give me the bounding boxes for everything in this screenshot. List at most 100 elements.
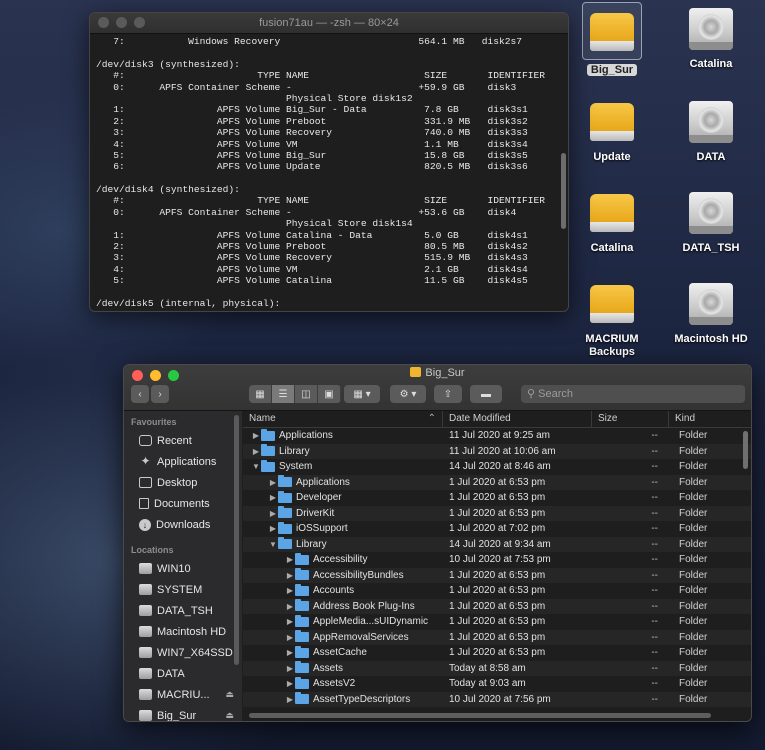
disclosure-closed-icon[interactable]: ▶ — [268, 478, 278, 487]
desktop-icon-label: DATA — [696, 151, 726, 163]
sidebar-item-downloads[interactable]: ↓ Downloads — [124, 514, 242, 535]
table-row[interactable]: ▶ Accounts 1 Jul 2020 at 6:53 pm -- Folder — [243, 583, 751, 599]
column-view-button[interactable]: ◫ — [295, 385, 318, 403]
sidebar-location-big-sur[interactable]: Big_Sur ⏏ — [124, 705, 242, 721]
disclosure-closed-icon[interactable]: ▶ — [285, 679, 295, 688]
disclosure-closed-icon[interactable]: ▶ — [285, 586, 295, 595]
back-button[interactable]: ‹ — [131, 385, 149, 403]
sidebar-location-macintosh-hd[interactable]: Macintosh HD — [124, 621, 242, 642]
disclosure-closed-icon[interactable]: ▶ — [268, 493, 278, 502]
disclosure-closed-icon[interactable]: ▶ — [251, 431, 261, 440]
table-row[interactable]: ▶ Applications 1 Jul 2020 at 6:53 pm -- Fold… — [243, 474, 751, 490]
terminal-output[interactable]: 7: Windows Recovery 564.1 MB disk2s7/dev… — [90, 34, 568, 309]
disclosure-closed-icon[interactable]: ▶ — [251, 447, 261, 456]
table-row[interactable]: ▶ Assets Today at 8:58 am -- Folder — [243, 660, 751, 676]
finder-window[interactable]: Big_Sur ‹ › ▦ ☰ ◫ ▣ ▦ ▾ ⚙ ▾ ⇧ ▬ ⚲ Search… — [123, 364, 752, 722]
table-row[interactable]: ▶ AppleMedia...sUIDynamic 1 Jul 2020 at 6:… — [243, 614, 751, 630]
column-date[interactable]: Date Modified — [443, 411, 592, 427]
table-row[interactable]: ▶ Accessibility 10 Jul 2020 at 7:53 pm -- Fo… — [243, 552, 751, 568]
column-kind[interactable]: Kind — [669, 411, 749, 427]
terminal-titlebar[interactable]: fusion71au — -zsh — 80×24 — [90, 13, 568, 34]
gallery-view-button[interactable]: ▣ — [318, 385, 341, 403]
icon-view-button[interactable]: ▦ — [249, 385, 272, 403]
terminal-window[interactable]: fusion71au — -zsh — 80×24 7: Windows Rec… — [89, 12, 569, 312]
row-name: Applications — [296, 476, 350, 488]
table-row[interactable]: ▶ Library 11 Jul 2020 at 10:06 am -- Folder — [243, 443, 751, 459]
table-row[interactable]: ▶ AppRemovalServices 1 Jul 2020 at 6:53 pm… — [243, 629, 751, 645]
group-button[interactable]: ▦ ▾ — [344, 385, 380, 403]
table-row[interactable]: ▶ Address Book Plug-Ins 1 Jul 2020 at 6:53… — [243, 598, 751, 614]
zoom-icon[interactable] — [134, 17, 145, 28]
disclosure-closed-icon[interactable]: ▶ — [285, 555, 295, 564]
desktop-icon-data-tsh[interactable]: DATA_TSH — [663, 186, 759, 255]
disclosure-closed-icon[interactable]: ▶ — [285, 617, 295, 626]
eject-icon[interactable]: ⏏ — [225, 689, 234, 700]
disclosure-closed-icon[interactable]: ▶ — [285, 648, 295, 657]
table-row[interactable]: ▶ AssetCache 1 Jul 2020 at 6:53 pm -- Folder — [243, 645, 751, 661]
desktop-icon-macintosh-hd[interactable]: Macintosh HD — [663, 277, 759, 346]
terminal-line: 4: APFS Volume VM 1.1 MB disk3s4 — [96, 138, 528, 150]
action-gear-button[interactable]: ⚙ ▾ — [390, 385, 426, 403]
desktop-icon-macrium-backups[interactable]: MACRIUM Backups — [564, 277, 660, 359]
sidebar-scrollbar[interactable] — [234, 415, 239, 665]
row-kind: Folder — [679, 647, 708, 659]
folder-icon — [295, 661, 309, 674]
desktop-icon-data[interactable]: DATA — [663, 95, 759, 164]
disclosure-closed-icon[interactable]: ▶ — [285, 633, 295, 642]
tag-button[interactable]: ▬ — [470, 385, 502, 403]
sidebar-location-system[interactable]: SYSTEM — [124, 579, 242, 600]
sidebar-location-win10[interactable]: WIN10 — [124, 558, 242, 579]
table-row[interactable]: ▶ AccessibilityBundles 1 Jul 2020 at 6:53 … — [243, 567, 751, 583]
close-icon[interactable] — [98, 17, 109, 28]
table-row[interactable]: ▶ Developer 1 Jul 2020 at 6:53 pm -- Folder — [243, 490, 751, 506]
sidebar-item-desktop[interactable]: Desktop — [124, 472, 242, 493]
desktop-icon-catalina[interactable]: Catalina — [663, 2, 759, 71]
disclosure-closed-icon[interactable]: ▶ — [285, 664, 295, 673]
terminal-scrollbar[interactable] — [561, 153, 566, 229]
row-kind: Folder — [679, 461, 708, 473]
sidebar-item-recent[interactable]: Recent — [124, 430, 242, 451]
sidebar-location-win7-x64ssd[interactable]: WIN7_X64SSD — [124, 642, 242, 663]
row-size: -- — [651, 678, 658, 690]
sidebar-location-data[interactable]: DATA — [124, 663, 242, 684]
disclosure-closed-icon[interactable]: ▶ — [285, 695, 295, 704]
row-size: -- — [651, 600, 658, 612]
row-size: -- — [651, 569, 658, 581]
table-row[interactable]: ▶ Applications 11 Jul 2020 at 9:25 am -- Fol… — [243, 428, 751, 444]
table-row[interactable]: ▼ System 14 Jul 2020 at 8:46 am -- Folder — [243, 459, 751, 475]
sidebar-location-data-tsh[interactable]: DATA_TSH — [124, 600, 242, 621]
disclosure-open-icon[interactable]: ▼ — [268, 540, 278, 549]
file-list-horizontal-scrollbar[interactable] — [249, 713, 711, 718]
sidebar-location-macriu-[interactable]: MACRIU... ⏏ — [124, 684, 242, 705]
file-list-vertical-scrollbar[interactable] — [743, 431, 748, 469]
row-size: -- — [651, 538, 658, 550]
share-button[interactable]: ⇧ — [434, 385, 462, 403]
column-name[interactable]: Name ⌃ — [243, 411, 443, 427]
disclosure-closed-icon[interactable]: ▶ — [268, 509, 278, 518]
desktop-icon-big-sur[interactable]: Big_Sur — [564, 2, 660, 77]
table-row[interactable]: ▶ AssetTypeDescriptors 10 Jul 2020 at 7:56… — [243, 691, 751, 707]
minimize-icon[interactable] — [116, 17, 127, 28]
desktop-icon-catalina[interactable]: Catalina — [564, 186, 660, 255]
table-row[interactable]: ▶ DriverKit 1 Jul 2020 at 6:53 pm -- Folder — [243, 505, 751, 521]
sidebar-item-label: Documents — [154, 497, 210, 510]
desktop-icon-update[interactable]: Update — [564, 95, 660, 164]
disclosure-closed-icon[interactable]: ▶ — [285, 571, 295, 580]
eject-icon[interactable]: ⏏ — [225, 710, 234, 721]
search-field[interactable]: ⚲ Search — [521, 385, 745, 403]
sidebar-item-applications[interactable]: ✦ Applications — [124, 451, 242, 472]
table-row[interactable]: ▼ Library 14 Jul 2020 at 9:34 am -- Folder — [243, 536, 751, 552]
disclosure-closed-icon[interactable]: ▶ — [285, 602, 295, 611]
list-view-button[interactable]: ☰ — [272, 385, 295, 403]
table-row[interactable]: ▶ iOSSupport 1 Jul 2020 at 7:02 pm -- Folder — [243, 521, 751, 537]
window-title-text: Big_Sur — [425, 367, 465, 379]
forward-button[interactable]: › — [151, 385, 169, 403]
desktop-icon-label: MACRIUM Backups — [585, 333, 639, 358]
table-row[interactable]: ▶ AssetsV2 Today at 9:03 am -- Folder — [243, 676, 751, 692]
disclosure-open-icon[interactable]: ▼ — [251, 462, 261, 471]
desktop-icon-label: Catalina — [689, 58, 733, 70]
terminal-line: 2: APFS Volume Preboot 331.9 MB disk3s2 — [96, 115, 528, 127]
sidebar-item-documents[interactable]: Documents — [124, 493, 242, 514]
column-size[interactable]: Size — [592, 411, 669, 427]
disclosure-closed-icon[interactable]: ▶ — [268, 524, 278, 533]
